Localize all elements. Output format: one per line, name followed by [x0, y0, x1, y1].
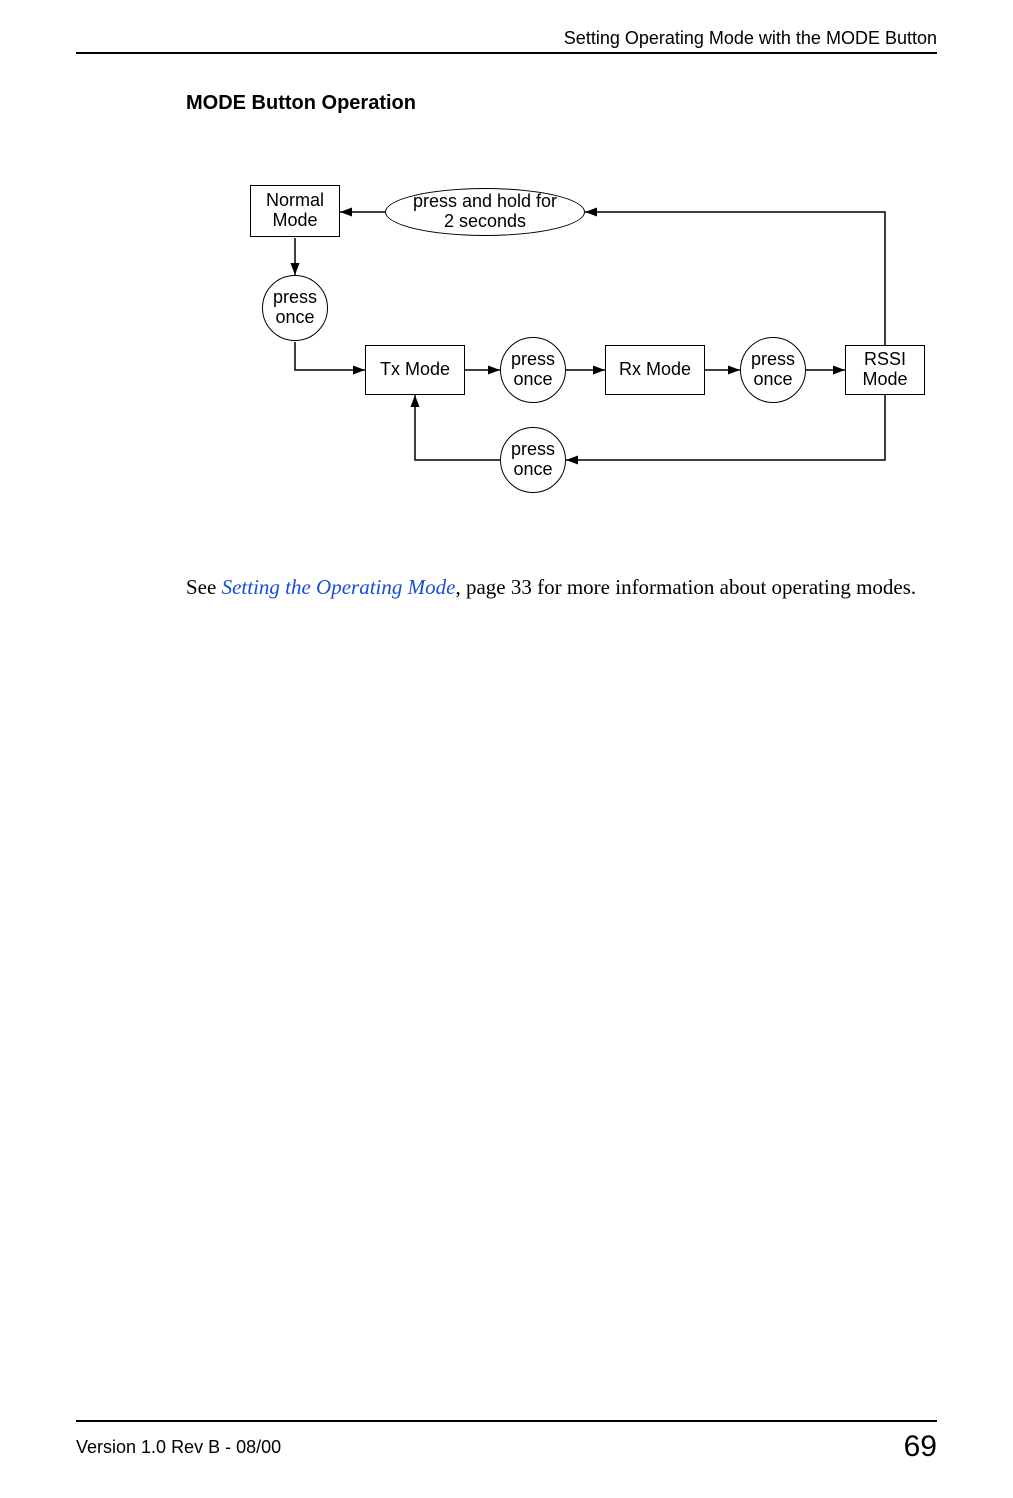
node-label: Tx Mode — [380, 360, 450, 380]
text-prefix: See — [186, 575, 222, 599]
text-suffix: , page 33 for more information about ope… — [455, 575, 916, 599]
footer-version: Version 1.0 Rev B - 08/00 — [76, 1437, 281, 1458]
node-label: press once — [273, 288, 317, 328]
node-label: RSSI Mode — [862, 350, 907, 390]
node-label: press and hold for 2 seconds — [413, 192, 557, 232]
node-rssi-mode: RSSI Mode — [845, 345, 925, 395]
node-normal-mode: Normal Mode — [250, 185, 340, 237]
node-press-once-4: press once — [500, 427, 566, 493]
node-label: Rx Mode — [619, 360, 691, 380]
node-label: Normal Mode — [266, 191, 324, 231]
node-label: press once — [511, 350, 555, 390]
node-press-once-2: press once — [500, 337, 566, 403]
node-press-and-hold: press and hold for 2 seconds — [385, 188, 585, 236]
node-tx-mode: Tx Mode — [365, 345, 465, 395]
node-rx-mode: Rx Mode — [605, 345, 705, 395]
section-title: MODE Button Operation — [186, 92, 416, 115]
mode-button-diagram: Normal Mode press and hold for 2 seconds… — [230, 170, 930, 540]
footer-rule — [76, 1420, 937, 1422]
node-label: press once — [511, 440, 555, 480]
node-press-once-1: press once — [262, 275, 328, 341]
running-header: Setting Operating Mode with the MODE But… — [564, 28, 937, 49]
cross-reference-link[interactable]: Setting the Operating Mode — [222, 575, 456, 599]
node-label: press once — [751, 350, 795, 390]
body-paragraph: See Setting the Operating Mode, page 33 … — [186, 573, 937, 602]
header-rule — [76, 52, 937, 54]
node-press-once-3: press once — [740, 337, 806, 403]
page-number: 69 — [904, 1430, 937, 1464]
